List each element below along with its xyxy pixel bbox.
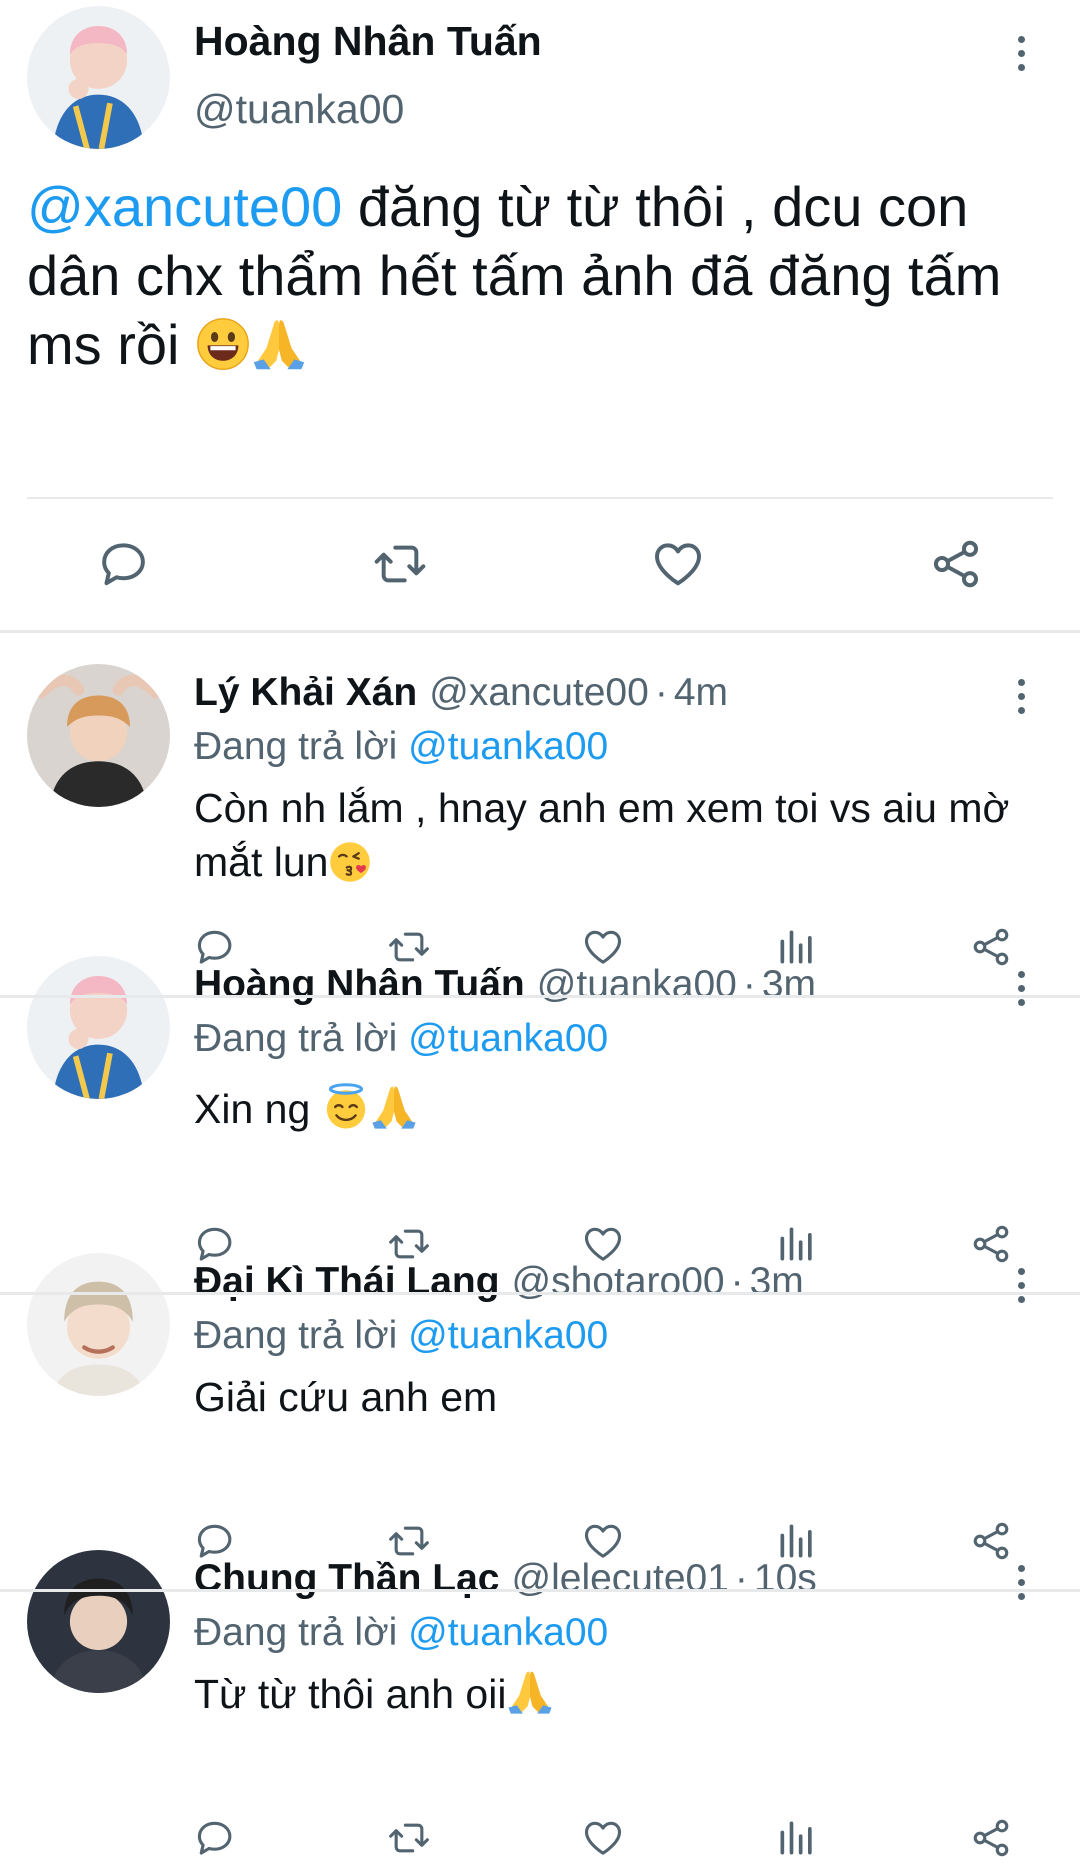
share-icon[interactable] — [969, 1816, 1013, 1860]
reply-text: Xin ng — [194, 1082, 1034, 1136]
retweet-icon[interactable] — [387, 1816, 431, 1860]
share-icon[interactable] — [928, 536, 984, 592]
reply-icon[interactable] — [193, 1816, 237, 1860]
separator-dot: · — [654, 671, 668, 714]
more-options-icon[interactable] — [1009, 671, 1033, 721]
replying-label: Đang trả lời — [194, 1611, 409, 1654]
author-handle[interactable]: @xancute00 — [429, 671, 649, 714]
mention-link[interactable]: @tuanka00 — [408, 725, 608, 768]
like-icon[interactable] — [581, 925, 625, 969]
stats-icon[interactable] — [775, 1816, 819, 1860]
replying-to: Đang trả lời @tuanka00 — [194, 725, 608, 769]
retweet-icon[interactable] — [372, 536, 428, 592]
kissing-face-emoji — [328, 840, 372, 884]
replying-to: Đang trả lời @tuanka00 — [194, 1017, 608, 1061]
folded-hands-emoji — [370, 1083, 418, 1131]
mention-link[interactable]: @xancute00 — [27, 175, 342, 238]
divider — [0, 995, 1080, 998]
reply-text: Từ từ thôi anh oii — [194, 1667, 1034, 1721]
reply-actions — [0, 1816, 1080, 1865]
replying-label: Đang trả lời — [194, 725, 409, 768]
avatar[interactable] — [27, 1253, 170, 1396]
avatar[interactable] — [27, 6, 170, 149]
share-icon[interactable] — [969, 1519, 1013, 1563]
like-icon[interactable] — [581, 1519, 625, 1563]
reply-icon[interactable] — [193, 1222, 237, 1266]
grinning-face-emoji — [195, 316, 251, 372]
replying-to: Đang trả lời @tuanka00 — [194, 1314, 608, 1358]
like-icon[interactable] — [650, 536, 706, 592]
retweet-icon[interactable] — [387, 1519, 431, 1563]
mention-link[interactable]: @tuanka00 — [408, 1314, 608, 1357]
share-icon[interactable] — [969, 1222, 1013, 1266]
halo-face-emoji — [322, 1083, 370, 1131]
reply-body: Từ từ thôi anh oii — [194, 1671, 507, 1717]
tweet-actions — [0, 530, 1080, 600]
mention-link[interactable]: @tuanka00 — [408, 1017, 608, 1060]
reply-actions — [0, 1519, 1080, 1569]
stats-icon[interactable] — [775, 1222, 819, 1266]
reply-icon[interactable] — [96, 536, 152, 592]
divider — [0, 1589, 1080, 1592]
author-name[interactable]: Hoàng Nhân Tuấn — [194, 18, 542, 65]
like-icon[interactable] — [581, 1816, 625, 1860]
reply-body: Xin ng — [194, 1086, 322, 1132]
reply-icon[interactable] — [193, 925, 237, 969]
reply-actions — [0, 925, 1080, 975]
folded-hands-emoji — [506, 1668, 554, 1716]
replying-to: Đang trả lời @tuanka00 — [194, 1611, 608, 1655]
avatar[interactable] — [27, 1550, 170, 1693]
replying-label: Đang trả lời — [194, 1017, 409, 1060]
share-icon[interactable] — [969, 925, 1013, 969]
author-handle[interactable]: @tuanka00 — [194, 86, 404, 133]
folded-hands-emoji — [251, 316, 307, 372]
more-options-icon[interactable] — [1009, 28, 1033, 78]
avatar[interactable] — [27, 956, 170, 1099]
mention-link[interactable]: @tuanka00 — [408, 1611, 608, 1654]
stats-icon[interactable] — [775, 1519, 819, 1563]
reply-body: Giải cứu anh em — [194, 1374, 498, 1420]
divider — [0, 1292, 1080, 1295]
main-tweet: Hoàng Nhân Tuấn @tuanka00 @xancute00 đăn… — [0, 0, 1080, 632]
reply-icon[interactable] — [193, 1519, 237, 1563]
reply-text: Giải cứu anh em — [194, 1370, 1034, 1424]
retweet-icon[interactable] — [387, 925, 431, 969]
reply-header: Lý Khải Xán @xancute00 · 4m — [194, 671, 728, 715]
stats-icon[interactable] — [775, 925, 819, 969]
replying-label: Đang trả lời — [194, 1314, 409, 1357]
reply-actions — [0, 1222, 1080, 1272]
divider — [27, 497, 1053, 499]
like-icon[interactable] — [581, 1222, 625, 1266]
timestamp: 4m — [673, 671, 728, 714]
author-name[interactable]: Lý Khải Xán — [194, 671, 417, 714]
reply-tweet[interactable]: Lý Khải Xán @xancute00 · 4m Đang trả lời @t… — [0, 633, 1080, 929]
tweet-text: @xancute00 đăng từ từ thôi , dcu con dân… — [27, 172, 1057, 379]
retweet-icon[interactable] — [387, 1222, 431, 1266]
reply-actions — [0, 775, 1080, 825]
